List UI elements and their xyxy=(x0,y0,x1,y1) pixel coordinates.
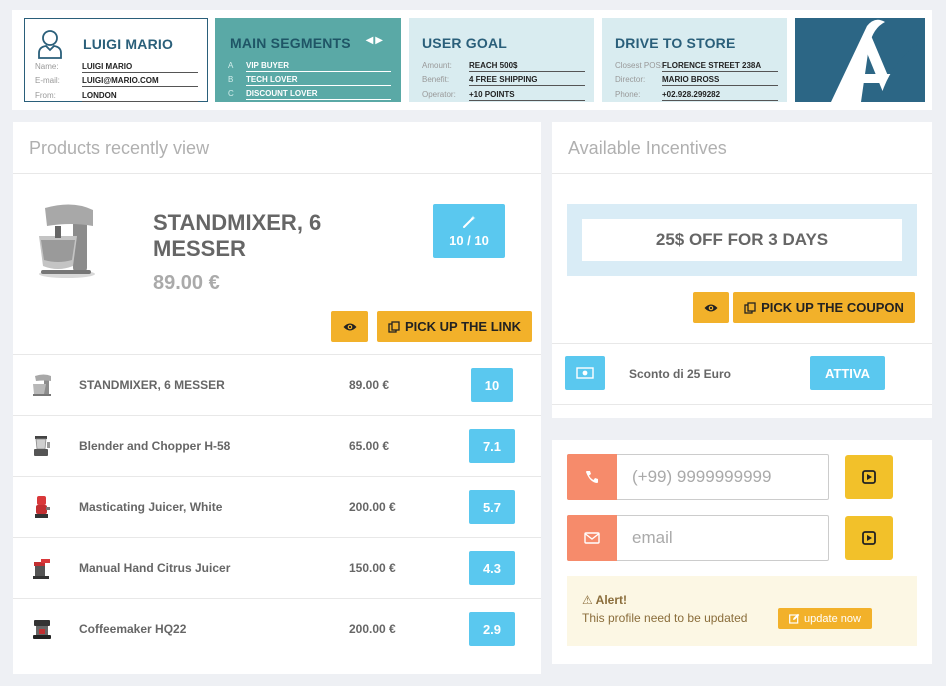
pick-up-coupon-button[interactable]: PICK UP THE COUPON xyxy=(733,292,915,323)
incentives-panel: Available Incentives 25$ OFF FOR 3 DAYS … xyxy=(552,122,932,418)
magic-wand-icon xyxy=(463,215,476,228)
product-row[interactable]: Blender and Chopper H-58 65.00 € 7.1 xyxy=(13,415,541,476)
contact-panel: ⚠ Alert! This profile need to be updated… xyxy=(552,440,932,664)
eye-icon xyxy=(704,304,718,311)
email-addon xyxy=(567,515,617,561)
product-score-button[interactable]: 5.7 xyxy=(469,490,515,524)
divider xyxy=(13,173,541,174)
play-square-icon xyxy=(862,470,876,484)
caret-right-icon[interactable]: ▶ xyxy=(375,35,385,46)
featured-score-button[interactable]: 10 / 10 xyxy=(433,204,505,258)
money-icon-button[interactable] xyxy=(565,356,605,390)
envelope-icon xyxy=(584,532,600,544)
coupon-box: 25$ OFF FOR 3 DAYS xyxy=(567,204,917,276)
drive-to-store-title: DRIVE TO STORE xyxy=(615,35,736,51)
view-product-button[interactable] xyxy=(331,311,368,342)
pick-up-link-button[interactable]: PICK UP THE LINK xyxy=(377,311,532,342)
products-panel: Products recently view STANDMIXER, 6 MES… xyxy=(13,122,541,674)
featured-score-value: 10 / 10 xyxy=(449,232,489,248)
incentive-label: Sconto di 25 Euro xyxy=(629,367,732,381)
divider xyxy=(552,173,932,174)
product-score-button[interactable]: 4.3 xyxy=(469,551,515,585)
products-panel-title: Products recently view xyxy=(29,138,210,158)
standmixer-image xyxy=(39,204,95,278)
blender-thumb xyxy=(34,436,50,456)
brand-logo xyxy=(795,18,925,102)
brand-logo-mark xyxy=(831,19,925,102)
product-row[interactable]: Coffeemaker HQ22 200.00 € 2.9 xyxy=(13,598,541,659)
email-submit-button[interactable] xyxy=(845,516,893,560)
user-goal-card: USER GOAL Amount: REACH 500$ Benefit: 4 … xyxy=(409,18,594,102)
user-goal-title: USER GOAL xyxy=(422,35,508,51)
phone-submit-button[interactable] xyxy=(845,455,893,499)
profile-alert: ⚠ Alert! This profile need to be updated… xyxy=(567,576,917,646)
alert-title: ⚠ Alert! xyxy=(582,593,627,607)
email-input[interactable] xyxy=(618,516,828,560)
coupon-text: 25$ OFF FOR 3 DAYS xyxy=(582,219,902,261)
segments-arrows[interactable]: ◀▶ xyxy=(366,35,385,46)
phone-input-group xyxy=(567,454,829,500)
segments-title: MAIN SEGMENTS xyxy=(230,35,351,51)
update-now-button[interactable]: update now xyxy=(778,608,872,629)
product-score-button[interactable]: 7.1 xyxy=(469,429,515,463)
juicer-thumb xyxy=(35,496,50,518)
product-score-button[interactable]: 2.9 xyxy=(469,612,515,646)
email-input-group xyxy=(567,515,829,561)
featured-product-name: STANDMIXER, 6 MESSER xyxy=(153,210,322,261)
copy-icon xyxy=(744,301,756,314)
featured-product-price: 89.00 € xyxy=(153,272,220,294)
money-icon xyxy=(576,367,594,379)
product-row[interactable]: Masticating Juicer, White 200.00 € 5.7 xyxy=(13,476,541,537)
phone-addon xyxy=(567,454,617,500)
citrus-juicer-thumb xyxy=(33,559,50,579)
profile-name-title: LUIGI MARIO xyxy=(83,36,174,52)
view-coupon-button[interactable] xyxy=(693,292,729,323)
phone-icon xyxy=(586,471,598,483)
coffeemaker-thumb xyxy=(33,620,51,639)
divider xyxy=(552,404,932,405)
copy-icon xyxy=(388,320,400,333)
user-icon xyxy=(38,30,62,59)
profile-card: LUIGI MARIO Name: LUIGI MARIO E-mail: LU… xyxy=(24,18,208,102)
top-strip: LUIGI MARIO Name: LUIGI MARIO E-mail: LU… xyxy=(12,10,932,110)
play-square-icon xyxy=(862,531,876,545)
product-score-button[interactable]: 10 xyxy=(471,368,513,402)
drive-to-store-card: DRIVE TO STORE Closest POS: FLORENCE STR… xyxy=(602,18,787,102)
activate-button[interactable]: ATTIVA xyxy=(810,356,885,390)
phone-input[interactable] xyxy=(618,455,828,499)
edit-icon xyxy=(789,613,800,624)
incentives-panel-title: Available Incentives xyxy=(568,138,727,158)
eye-icon xyxy=(343,323,356,330)
standmixer-thumb xyxy=(33,374,51,396)
product-row[interactable]: Manual Hand Citrus Juicer 150.00 € 4.3 xyxy=(13,537,541,598)
divider xyxy=(552,343,932,344)
alert-text: This profile need to be updated xyxy=(582,611,748,625)
product-row[interactable]: STANDMIXER, 6 MESSER 89.00 € 10 xyxy=(13,354,541,415)
main-segments-card: MAIN SEGMENTS ◀▶ A VIP BUYER B TECH LOVE… xyxy=(215,18,401,102)
caret-left-icon[interactable]: ◀ xyxy=(366,35,376,46)
warning-icon: ⚠ xyxy=(582,593,593,607)
